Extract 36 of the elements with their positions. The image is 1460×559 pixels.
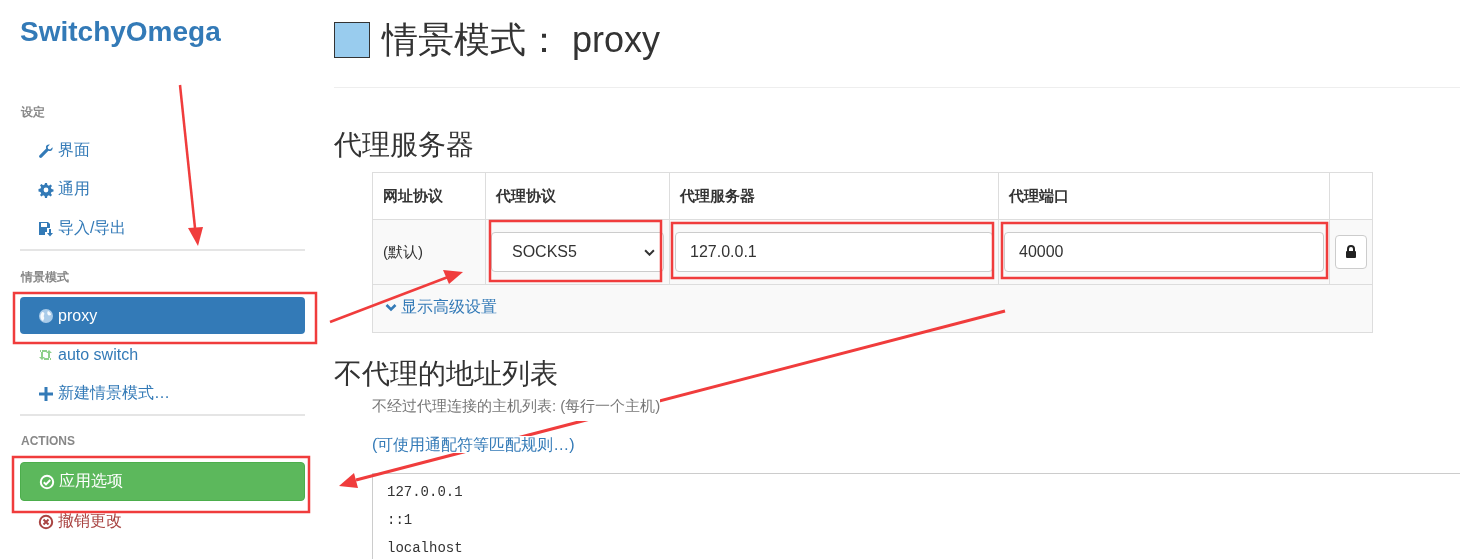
apply-button[interactable]: 应用选项 [20, 462, 305, 501]
wildcard-rules-link[interactable]: (可使用通配符等匹配规则…) [372, 436, 575, 453]
floppy-download-icon [38, 220, 54, 237]
nav-item[interactable]: auto switch [20, 336, 305, 373]
lock-button[interactable] [1335, 235, 1367, 269]
wrench-icon [38, 142, 54, 159]
plus-icon [38, 385, 54, 402]
column-header: 网址协议 [382, 185, 444, 206]
nav-item[interactable]: 导入/导出 [20, 210, 305, 247]
protocol-select[interactable]: SOCKS5 [491, 232, 664, 272]
section-title: 不代理的地址列表 [334, 357, 559, 389]
section-heading: ACTIONS [21, 434, 76, 448]
chevron-down-icon [644, 248, 655, 256]
revert-link[interactable]: 撤销更改 [20, 503, 305, 540]
nav-item[interactable]: 新建情景模式… [20, 375, 305, 412]
nav-item[interactable]: 通用 [20, 171, 305, 208]
nav-item[interactable]: proxy [20, 297, 305, 334]
lock-icon [1345, 245, 1357, 259]
chevron-down-icon [385, 303, 397, 312]
port-input[interactable]: 40000 [1004, 232, 1324, 272]
section-heading: 设定 [21, 104, 46, 118]
advanced-settings-link[interactable]: 显示高级设置 [385, 297, 497, 318]
help-text: 不经过代理连接的主机列表: (每行一个主机) [372, 397, 661, 421]
profile-title: 情景模式： proxy [382, 17, 661, 62]
server-input[interactable]: 127.0.0.1 [675, 232, 993, 272]
nav-item[interactable]: 界面 [20, 132, 305, 169]
profile-color-swatch[interactable] [334, 22, 370, 58]
check-circle-icon [39, 473, 55, 490]
gear-icon [38, 181, 54, 198]
bypass-list-textarea[interactable]: 127.0.0.1 ::1 localhost [372, 473, 1460, 559]
x-circle-icon [38, 513, 54, 530]
app-logo[interactable]: SwitchyOmega [20, 16, 305, 54]
section-heading: 情景模式 [21, 269, 70, 283]
globe-icon [38, 307, 54, 324]
section-title: 代理服务器 [334, 128, 475, 160]
table-cell-text: (默认) [382, 241, 424, 262]
